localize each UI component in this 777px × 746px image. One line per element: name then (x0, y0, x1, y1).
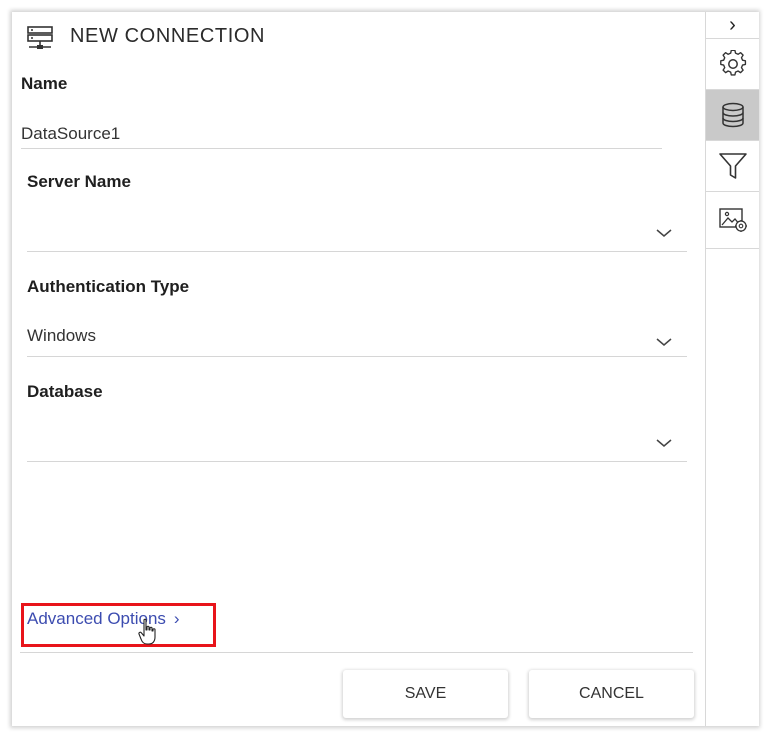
database-label: Database (27, 382, 103, 401)
database-icon (721, 102, 744, 128)
authentication-type-value: Windows (27, 326, 96, 345)
filter-icon (718, 153, 747, 179)
image-settings-icon (718, 208, 747, 232)
chevron-down-icon (656, 338, 672, 346)
chevron-down-icon (656, 229, 672, 237)
server-name-dropdown[interactable] (27, 214, 687, 252)
sidebar-item-filter[interactable] (706, 141, 759, 192)
hand-cursor-icon (138, 618, 156, 645)
authentication-type-label: Authentication Type (27, 277, 190, 296)
chevron-right-icon: › (729, 14, 736, 36)
name-label: Name (21, 74, 68, 93)
database-dropdown[interactable] (27, 424, 687, 462)
server-icon (27, 26, 53, 49)
right-sidebar: › (705, 12, 759, 726)
panel-header: NEW CONNECTION (12, 12, 705, 64)
sidebar-item-image-settings[interactable] (706, 192, 759, 249)
sidebar-item-settings[interactable] (706, 39, 759, 90)
page-title: NEW CONNECTION (70, 25, 266, 47)
connection-panel: NEW CONNECTION Name Server Name Authenti… (12, 12, 759, 726)
server-name-label: Server Name (27, 172, 131, 191)
chevron-down-icon (656, 439, 672, 447)
chevron-right-icon: › (173, 609, 180, 628)
cancel-button[interactable]: CANCEL (529, 670, 694, 718)
save-button[interactable]: SAVE (343, 670, 508, 718)
footer-divider (20, 652, 693, 653)
gear-icon (719, 50, 746, 76)
collapse-button[interactable]: › (706, 12, 759, 39)
name-input[interactable] (21, 120, 662, 149)
sidebar-item-data[interactable] (706, 90, 759, 141)
authentication-type-dropdown[interactable]: Windows (27, 326, 687, 357)
